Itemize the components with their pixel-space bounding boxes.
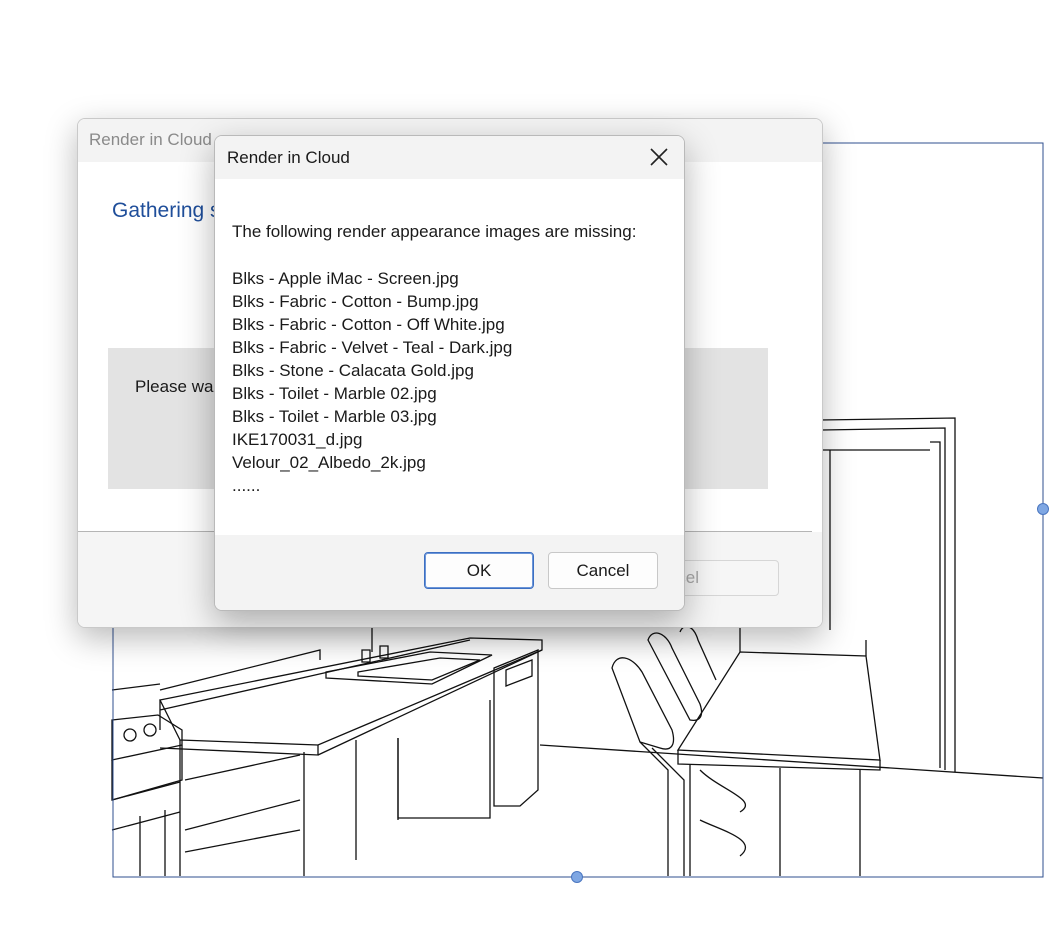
close-icon[interactable] — [648, 146, 670, 168]
list-item: Blks - Fabric - Cotton - Off White.jpg — [232, 315, 505, 334]
list-item: Blks - Fabric - Velvet - Teal - Dark.jpg — [232, 338, 513, 357]
revit-viewport: Render in Cloud Gathering s Please wai c… — [0, 0, 1063, 936]
progress-status-text: Please wai — [135, 377, 218, 396]
crop-handle-bottom[interactable] — [571, 871, 583, 883]
ok-button[interactable]: OK — [424, 552, 534, 589]
list-item: IKE170031_d.jpg — [232, 430, 363, 449]
list-item: Blks - Apple iMac - Screen.jpg — [232, 269, 459, 288]
list-item: Blks - Fabric - Cotton - Bump.jpg — [232, 292, 479, 311]
list-item: ...... — [232, 476, 261, 495]
list-item: Blks - Toilet - Marble 02.jpg — [232, 384, 437, 403]
cancel-button[interactable]: Cancel — [548, 552, 658, 589]
list-item: Blks - Toilet - Marble 03.jpg — [232, 407, 437, 426]
missing-message: The following render appearance images a… — [232, 222, 637, 241]
missing-dialog-title: Render in Cloud — [227, 148, 350, 167]
progress-heading: Gathering s — [112, 199, 221, 222]
progress-dialog-title: Render in Cloud — [89, 130, 212, 149]
missing-dialog-titlebar[interactable]: Render in Cloud — [215, 136, 684, 179]
missing-files-list: Blks - Apple iMac - Screen.jpg Blks - Fa… — [232, 267, 512, 497]
missing-images-dialog: Render in Cloud The following render app… — [214, 135, 685, 611]
crop-handle-right[interactable] — [1037, 503, 1049, 515]
list-item: Blks - Stone - Calacata Gold.jpg — [232, 361, 474, 380]
list-item: Velour_02_Albedo_2k.jpg — [232, 453, 426, 472]
